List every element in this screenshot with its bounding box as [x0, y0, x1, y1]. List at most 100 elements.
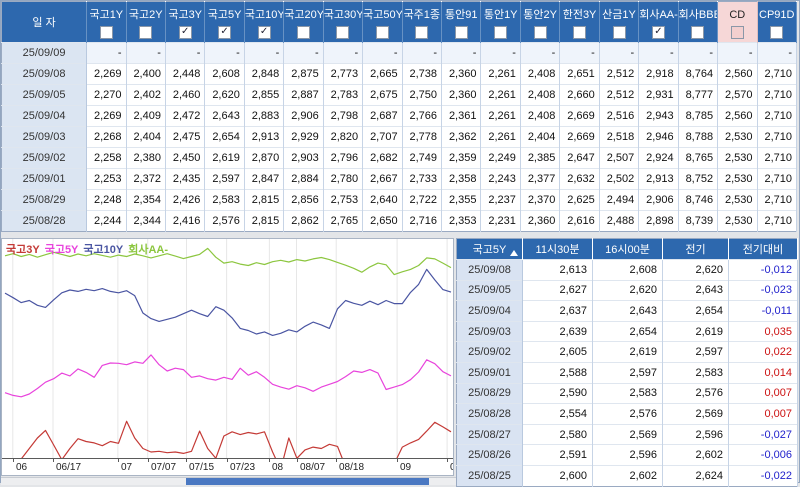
- column-header-14[interactable]: 회사AA-✓: [639, 2, 678, 43]
- row-date-cell: 25/08/29: [457, 383, 523, 404]
- yield-value-cell: -: [718, 43, 757, 64]
- intraday-column-header-3[interactable]: 전기: [663, 239, 729, 260]
- yield-value-cell: 8,777: [678, 85, 717, 106]
- column-header-10[interactable]: 통안1Y: [481, 2, 520, 43]
- column-header-1[interactable]: 국고2Y: [126, 2, 165, 43]
- intraday-column-header-4[interactable]: 전기대비: [729, 239, 798, 260]
- x-axis-label: 07/07: [151, 462, 176, 473]
- change-value-cell: -0,012: [729, 260, 798, 281]
- column-checkbox-checked[interactable]: ✓: [179, 26, 192, 39]
- column-header-9[interactable]: 통안91: [442, 2, 481, 43]
- yield-value-cell: 2,402: [126, 85, 165, 106]
- yield-value-cell: 2,354: [126, 190, 165, 211]
- yield-value-cell: 2,231: [481, 211, 520, 232]
- value-1130-cell: 2,605: [523, 342, 593, 363]
- yield-value-cell: 2,619: [205, 148, 244, 169]
- column-header-12[interactable]: 한전3Y: [560, 2, 599, 43]
- yield-value-cell: 2,530: [718, 169, 757, 190]
- yield-value-cell: 2,906: [639, 190, 678, 211]
- column-checkbox-unchecked[interactable]: [336, 26, 349, 39]
- row-date-cell: 25/09/01: [2, 169, 87, 190]
- yield-value-cell: 2,716: [402, 211, 441, 232]
- yield-value-cell: 2,722: [402, 190, 441, 211]
- column-checkbox-unchecked[interactable]: [691, 26, 704, 39]
- legend-item: 국고10Y: [83, 244, 123, 256]
- intraday-column-header-1[interactable]: 11시30분: [523, 239, 593, 260]
- legend-item: 국고3Y: [6, 244, 40, 256]
- yield-value-cell: 2,798: [323, 106, 362, 127]
- prev-value-cell: 2,643: [663, 280, 729, 301]
- column-header-6[interactable]: 국고30Y: [323, 2, 362, 43]
- column-checkbox-checked[interactable]: ✓: [652, 26, 665, 39]
- column-checkbox-unchecked[interactable]: [494, 26, 507, 39]
- yield-value-cell: -: [639, 43, 678, 64]
- yield-value-cell: 2,460: [165, 85, 204, 106]
- column-header-5[interactable]: 국고20Y: [284, 2, 323, 43]
- value-1130-cell: 2,554: [523, 404, 593, 425]
- value-1600-cell: 2,596: [593, 445, 663, 466]
- yield-value-cell: 2,669: [560, 127, 599, 148]
- yield-value-cell: 2,669: [560, 106, 599, 127]
- value-1130-cell: 2,580: [523, 424, 593, 445]
- column-header-4[interactable]: 국고10Y✓: [244, 2, 283, 43]
- column-checkbox-unchecked[interactable]: [770, 26, 783, 39]
- yield-value-cell: 2,710: [757, 148, 796, 169]
- yield-value-cell: 2,380: [126, 148, 165, 169]
- yield-value-cell: 2,530: [718, 148, 757, 169]
- column-checkbox-unchecked[interactable]: [100, 26, 113, 39]
- yield-value-cell: 2,707: [363, 127, 402, 148]
- intraday-column-header-0[interactable]: 국고5Y: [457, 239, 523, 260]
- column-header-3[interactable]: 국고5Y✓: [205, 2, 244, 43]
- chart-series-line: [5, 269, 451, 335]
- yield-value-cell: 2,855: [244, 85, 283, 106]
- x-axis-label: 09: [400, 462, 411, 473]
- column-header-15[interactable]: 회사BBB-: [678, 2, 717, 43]
- prev-value-cell: 2,597: [663, 342, 729, 363]
- column-checkbox-checked[interactable]: ✓: [258, 26, 271, 39]
- column-header-11[interactable]: 통안2Y: [520, 2, 559, 43]
- yield-table-row: 25/09/082,2692,4002,4482,6082,8482,8752,…: [2, 64, 797, 85]
- intraday-table-row: 25/09/052,6272,6202,643-0,023: [457, 280, 798, 301]
- yield-value-cell: 2,773: [323, 64, 362, 85]
- x-axis-tick: [336, 459, 337, 462]
- column-header-label: CD: [718, 6, 756, 22]
- column-checkbox-checked[interactable]: ✓: [218, 26, 231, 39]
- column-header-13[interactable]: 산금1Y: [599, 2, 638, 43]
- column-header-0[interactable]: 국고1Y: [87, 2, 126, 43]
- yield-value-cell: 2,269: [87, 64, 126, 85]
- column-checkbox-unchecked[interactable]: [297, 26, 310, 39]
- column-checkbox-unchecked[interactable]: [415, 26, 428, 39]
- yield-value-cell: -: [284, 43, 323, 64]
- yield-value-cell: 2,647: [560, 148, 599, 169]
- yield-value-cell: 2,903: [284, 148, 323, 169]
- intraday-header-label: 전기: [685, 244, 705, 256]
- yield-value-cell: 2,518: [599, 127, 638, 148]
- x-axis-label: 06/17: [56, 462, 81, 473]
- yield-value-cell: 2,710: [757, 190, 796, 211]
- column-header-7[interactable]: 국고50Y: [363, 2, 402, 43]
- column-checkbox-unchecked[interactable]: [731, 26, 744, 39]
- chart-hscrollbar-track[interactable]: [1, 477, 456, 485]
- column-header-8[interactable]: 국주1종: [402, 2, 441, 43]
- row-date-cell: 25/09/08: [2, 64, 87, 85]
- yield-value-cell: 8,785: [678, 106, 717, 127]
- column-header-17[interactable]: CP91D: [757, 2, 796, 43]
- column-checkbox-unchecked[interactable]: [613, 26, 626, 39]
- intraday-column-header-2[interactable]: 16시00분: [593, 239, 663, 260]
- prev-value-cell: 2,620: [663, 260, 729, 281]
- intraday-table-row: 25/09/082,6132,6082,620-0,012: [457, 260, 798, 281]
- yield-value-cell: 2,710: [757, 211, 796, 232]
- yield-value-cell: -: [363, 43, 402, 64]
- yield-value-cell: 2,583: [205, 190, 244, 211]
- row-date-cell: 25/08/29: [2, 190, 87, 211]
- yield-value-cell: 2,675: [363, 85, 402, 106]
- column-checkbox-unchecked[interactable]: [534, 26, 547, 39]
- yield-value-cell: 2,766: [402, 106, 441, 127]
- column-checkbox-unchecked[interactable]: [455, 26, 468, 39]
- column-checkbox-unchecked[interactable]: [376, 26, 389, 39]
- column-checkbox-unchecked[interactable]: [139, 26, 152, 39]
- column-header-16[interactable]: CD: [718, 2, 757, 43]
- column-checkbox-unchecked[interactable]: [573, 26, 586, 39]
- column-header-2[interactable]: 국고3Y✓: [165, 2, 204, 43]
- chart-hscrollbar-thumb[interactable]: [186, 478, 429, 485]
